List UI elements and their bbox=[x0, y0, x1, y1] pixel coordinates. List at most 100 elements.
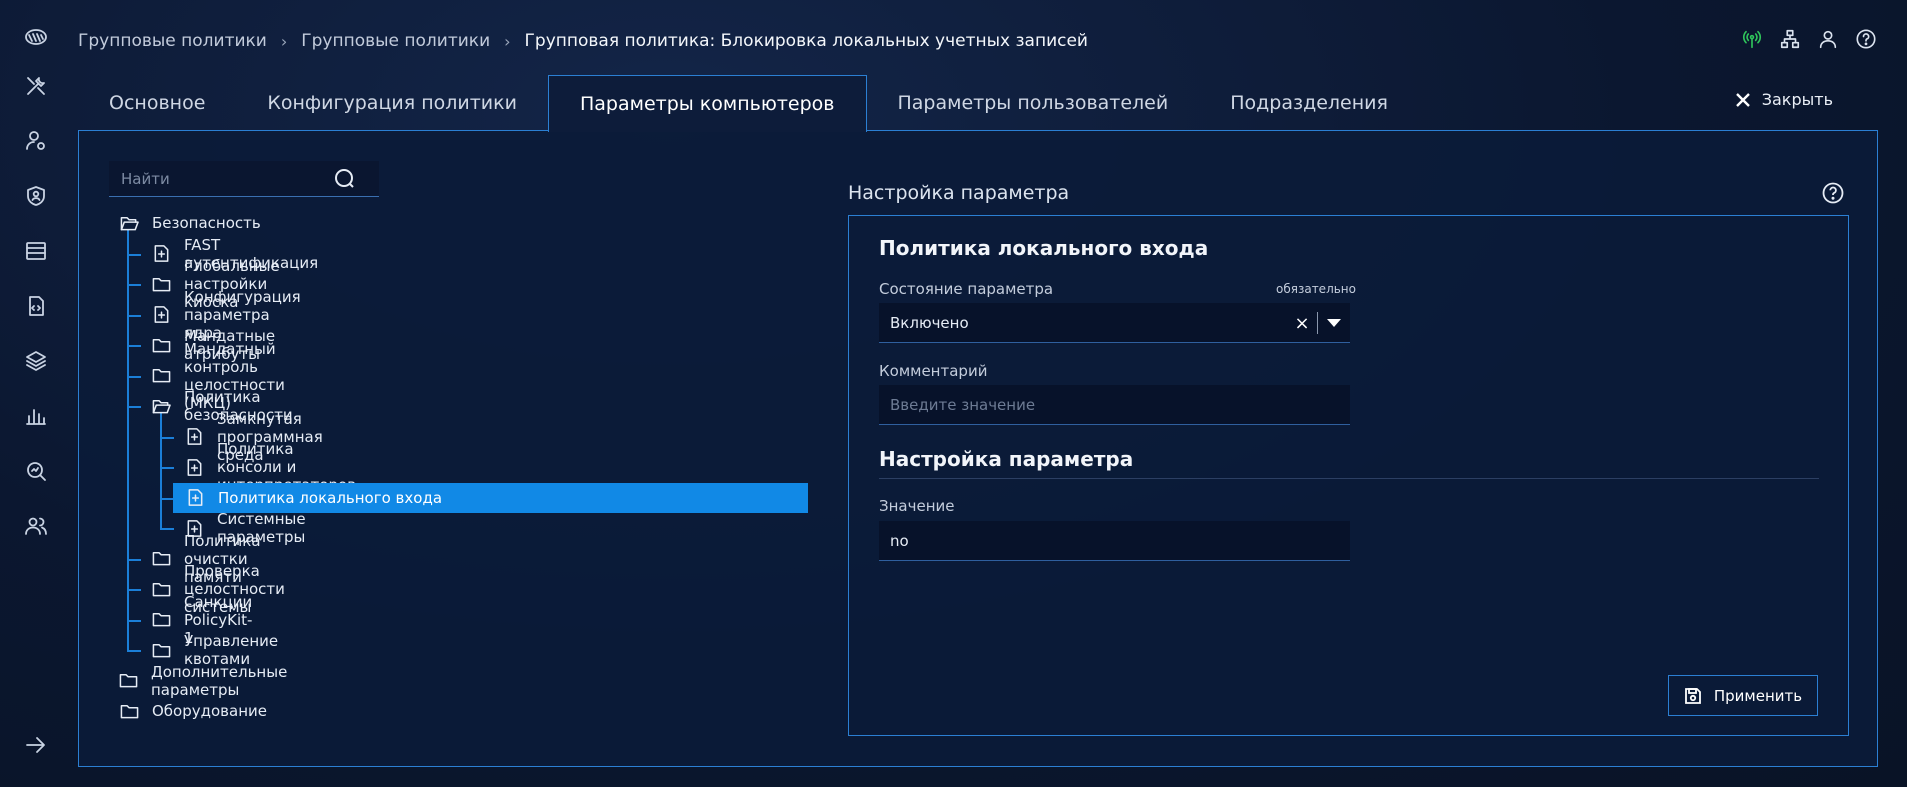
tree-connector-line bbox=[127, 230, 129, 651]
state-value: Включено bbox=[890, 313, 969, 332]
value-text: no bbox=[890, 531, 909, 550]
tree-connector-line bbox=[127, 314, 141, 317]
code-file-icon[interactable] bbox=[22, 292, 50, 320]
policy-title: Политика локального входа bbox=[879, 236, 1209, 260]
window-icon[interactable] bbox=[22, 237, 50, 265]
tree-item[interactable]: Оборудование bbox=[119, 696, 267, 726]
tab-departments[interactable]: Подразделения bbox=[1199, 75, 1419, 131]
chevron-right-icon: › bbox=[280, 31, 288, 51]
tree-item[interactable]: Безопасность bbox=[119, 208, 261, 238]
state-label: Состояние параметра bbox=[879, 280, 1054, 298]
comment-label: Комментарий bbox=[879, 362, 988, 380]
user-settings-icon[interactable] bbox=[22, 127, 50, 155]
tab-user-settings[interactable]: Параметры пользователей bbox=[867, 75, 1200, 131]
tree-connector-line bbox=[127, 619, 141, 622]
value-label: Значение bbox=[879, 497, 955, 515]
computer-settings-panel: БезопасностьFAST аутентификацияГлобальны… bbox=[78, 130, 1878, 767]
tree-item[interactable]: Политика консоли и интерпретаторов bbox=[185, 440, 357, 494]
apply-button[interactable]: Применить bbox=[1668, 675, 1818, 716]
parameter-form: Политика локального входа Состояние пара… bbox=[848, 215, 1849, 736]
tree-connector-line bbox=[127, 406, 141, 408]
comment-placeholder: Введите значение bbox=[890, 395, 1036, 414]
tree-connector-line bbox=[160, 413, 162, 529]
folder-icon bbox=[152, 579, 171, 599]
folder-icon bbox=[152, 640, 171, 660]
folder-icon bbox=[152, 610, 171, 630]
breadcrumb-item[interactable]: Групповые политики bbox=[301, 31, 490, 51]
save-icon bbox=[1684, 687, 1701, 704]
tab-computer-settings[interactable]: Параметры компьютеров bbox=[547, 75, 867, 132]
tree-search bbox=[109, 161, 379, 197]
expand-arrow-icon[interactable] bbox=[22, 731, 50, 759]
tab-policy-config[interactable]: Конфигурация политики bbox=[236, 75, 548, 131]
tab-bar: Основное Конфигурация политики Параметры… bbox=[78, 75, 1419, 132]
tree-item[interactable]: Конфигурация параметра ядра bbox=[152, 288, 302, 342]
file-settings-icon bbox=[152, 305, 171, 325]
tree-item[interactable]: Мандатный контроль целостности (МКЦ) bbox=[152, 340, 286, 412]
folder-icon bbox=[152, 335, 171, 355]
users-icon[interactable] bbox=[22, 512, 50, 540]
file-settings-icon bbox=[185, 427, 204, 447]
file-settings-icon bbox=[185, 488, 205, 508]
tree-connector-line bbox=[127, 284, 141, 286]
chevron-down-icon[interactable] bbox=[1318, 319, 1350, 327]
tree-connector-line bbox=[127, 345, 141, 347]
settings-help-button[interactable] bbox=[1821, 181, 1845, 209]
folder-icon bbox=[119, 671, 138, 691]
close-button[interactable]: Закрыть bbox=[1734, 90, 1833, 109]
folder-icon bbox=[152, 274, 171, 294]
breadcrumb-current: Групповая политика: Блокировка локальных… bbox=[524, 31, 1088, 51]
comment-input[interactable]: Введите значение bbox=[879, 385, 1350, 425]
app-logo-icon[interactable] bbox=[22, 24, 50, 52]
tree-item-label: Дополнительные параметры bbox=[151, 662, 288, 699]
search-icon[interactable] bbox=[333, 167, 357, 191]
tree-connector-line bbox=[127, 558, 141, 561]
layers-icon[interactable] bbox=[22, 347, 50, 375]
state-select[interactable]: Включено × bbox=[879, 303, 1350, 343]
folder-open-icon bbox=[152, 396, 171, 416]
tree-item-label: Политика локального входа bbox=[218, 488, 443, 507]
breadcrumb-item[interactable]: Групповые политики bbox=[78, 31, 267, 51]
tree-connector-line bbox=[160, 467, 174, 469]
connection-status-icon[interactable] bbox=[1741, 28, 1763, 54]
tools-icon[interactable] bbox=[22, 72, 50, 100]
file-settings-icon bbox=[185, 457, 204, 477]
apply-label: Применить bbox=[1713, 686, 1803, 705]
tree-connector-line bbox=[160, 497, 174, 500]
value-input[interactable]: no bbox=[879, 521, 1350, 561]
tree-connector-line bbox=[127, 650, 141, 652]
param-section-title: Настройка параметра bbox=[879, 447, 1134, 471]
search-input[interactable] bbox=[109, 169, 333, 188]
tree-connector-line bbox=[127, 253, 141, 256]
section-divider bbox=[879, 478, 1819, 479]
left-nav-rail bbox=[0, 0, 72, 787]
tree-item[interactable]: Санкции PolicyKit-1 bbox=[152, 593, 253, 647]
breadcrumb: Групповые политики › Групповые политики … bbox=[78, 28, 1088, 54]
settings-section-title: Настройка параметра bbox=[848, 182, 1070, 204]
network-icon[interactable] bbox=[1779, 28, 1801, 54]
tree-item[interactable]: Управление квотами bbox=[152, 632, 279, 668]
folder-icon bbox=[152, 366, 171, 386]
tab-general[interactable]: Основное bbox=[78, 75, 236, 131]
close-label: Закрыть bbox=[1761, 90, 1833, 109]
shield-user-icon[interactable] bbox=[22, 182, 50, 210]
user-profile-icon[interactable] bbox=[1817, 28, 1839, 54]
folder-icon bbox=[152, 549, 171, 569]
tree-connector-line bbox=[160, 528, 174, 530]
header-actions bbox=[1741, 28, 1877, 54]
folder-open-icon bbox=[119, 213, 139, 233]
tree-item[interactable]: Политика локального входа bbox=[173, 482, 808, 513]
tree-connector-line bbox=[127, 375, 141, 378]
file-settings-icon bbox=[152, 244, 171, 264]
folder-icon bbox=[119, 701, 139, 721]
tree-item-label: Оборудование bbox=[152, 702, 267, 720]
tree-item-label: Безопасность bbox=[152, 214, 261, 232]
chevron-right-icon: › bbox=[504, 31, 511, 51]
close-icon bbox=[1735, 92, 1750, 107]
clear-icon[interactable]: × bbox=[1287, 313, 1317, 334]
tree-item[interactable]: Дополнительные параметры bbox=[119, 662, 288, 699]
help-icon[interactable] bbox=[1855, 28, 1877, 54]
bar-chart-icon[interactable] bbox=[22, 402, 50, 430]
search-analytics-icon[interactable] bbox=[22, 457, 50, 485]
tree-connector-line bbox=[127, 589, 141, 591]
